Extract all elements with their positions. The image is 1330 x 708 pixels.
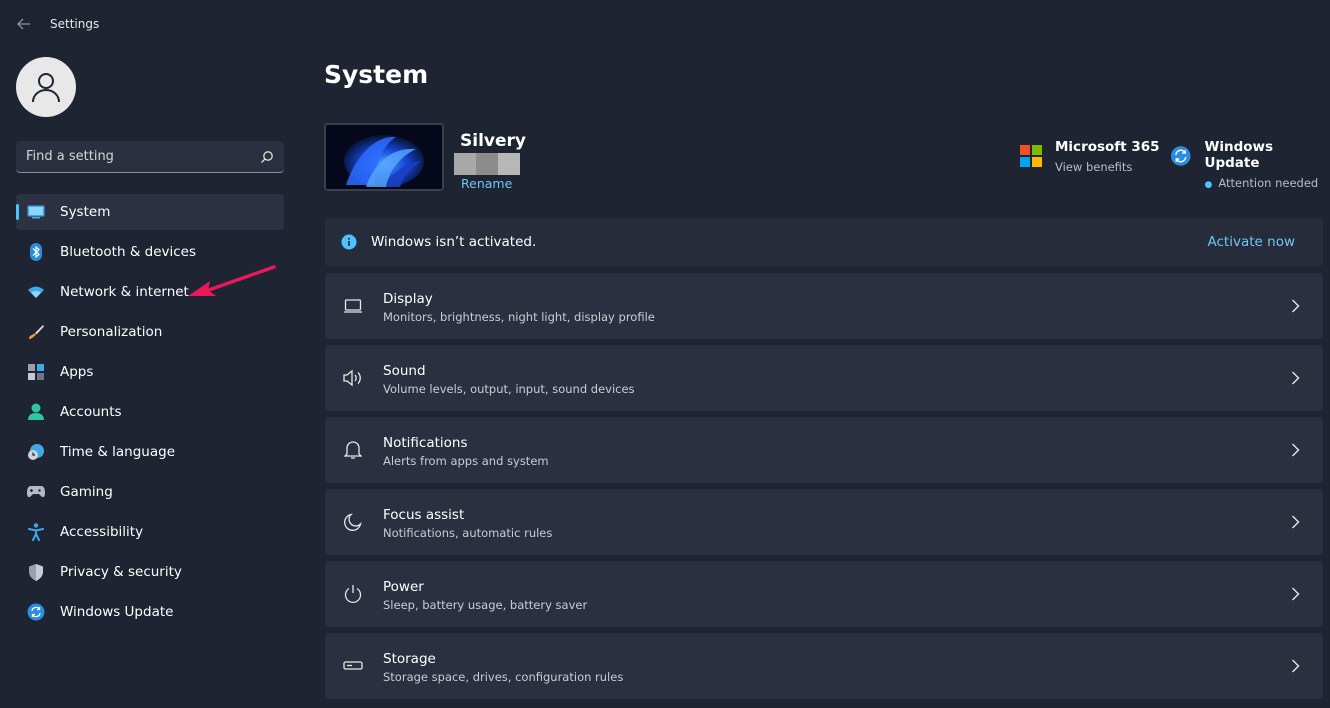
back-arrow-icon	[17, 18, 30, 30]
person-icon	[32, 73, 60, 103]
card-subtitle: Volume levels, output, input, sound devi…	[383, 382, 635, 396]
card-title: Power	[383, 579, 424, 595]
sidebar-item-accessibility[interactable]: Accessibility	[16, 514, 284, 550]
chevron-right-icon	[1292, 515, 1300, 529]
microsoft-logo-icon	[1020, 145, 1042, 167]
chevron-right-icon	[1292, 443, 1300, 457]
brush-icon	[26, 322, 46, 342]
sidebar-item-label: Privacy & security	[60, 564, 182, 580]
rename-link[interactable]: Rename	[461, 176, 512, 191]
device-wallpaper-thumbnail	[324, 123, 444, 191]
microsoft-365-link[interactable]: Microsoft 365 View benefits	[1019, 139, 1160, 174]
power-card[interactable]: Power Sleep, battery usage, battery save…	[325, 561, 1323, 627]
device-name: Silvery	[460, 131, 526, 151]
card-subtitle: Storage space, drives, configuration rul…	[383, 670, 624, 684]
quick-link-subtitle: ● Attention needed	[1204, 176, 1319, 190]
sidebar-item-label: Accounts	[60, 404, 122, 420]
chevron-right-icon	[1292, 587, 1300, 601]
sidebar-item-accounts[interactable]: Accounts	[16, 394, 284, 430]
display-icon	[341, 294, 365, 318]
sidebar-nav: System Bluetooth & devices Network & int…	[16, 194, 284, 634]
moon-icon	[341, 510, 365, 534]
banner-text: Windows isn’t activated.	[371, 234, 537, 250]
update-icon	[1170, 146, 1191, 166]
info-icon	[341, 234, 357, 250]
card-title: Sound	[383, 363, 426, 379]
sidebar-item-label: Personalization	[60, 324, 163, 340]
sound-card[interactable]: Sound Volume levels, output, input, soun…	[325, 345, 1323, 411]
card-subtitle: Sleep, battery usage, battery saver	[383, 598, 588, 612]
bell-icon	[341, 438, 365, 462]
back-button[interactable]	[14, 14, 34, 34]
quick-link-title: Windows Update	[1204, 139, 1274, 171]
sidebar-item-gaming[interactable]: Gaming	[16, 474, 284, 510]
annotation-arrow-icon	[188, 265, 276, 296]
globe-clock-icon	[26, 442, 46, 462]
gamepad-icon	[26, 482, 46, 502]
sidebar-item-label: Accessibility	[60, 524, 144, 540]
activation-banner: Windows isn’t activated. Activate now	[325, 218, 1323, 266]
card-subtitle: Monitors, brightness, night light, displ…	[383, 310, 655, 324]
sidebar-item-time-language[interactable]: Time & language	[16, 434, 284, 470]
power-icon	[341, 582, 365, 606]
card-title: Notifications	[383, 435, 468, 451]
card-title: Focus assist	[383, 507, 465, 523]
sidebar-item-label: System	[60, 204, 111, 220]
search-icon	[261, 150, 273, 163]
sidebar-item-privacy-security[interactable]: Privacy & security	[16, 554, 284, 590]
device-model-redacted	[454, 153, 520, 175]
card-title: Display	[383, 291, 433, 307]
sidebar-item-label: Apps	[60, 364, 94, 380]
storage-icon	[341, 654, 365, 678]
sidebar-item-label: Time & language	[60, 444, 176, 460]
sidebar-item-system[interactable]: System	[16, 194, 284, 230]
sidebar-item-label: Gaming	[60, 484, 113, 500]
wifi-icon	[26, 282, 46, 302]
sidebar-item-label: Bluetooth & devices	[60, 244, 197, 260]
monitor-icon	[26, 202, 46, 222]
card-title: Storage	[383, 651, 436, 667]
accessibility-icon	[26, 522, 46, 542]
chevron-right-icon	[1292, 371, 1300, 385]
status-dot-icon: ●	[1204, 180, 1213, 190]
update-icon	[26, 602, 46, 622]
sidebar-item-personalization[interactable]: Personalization	[16, 314, 284, 350]
sidebar-item-apps[interactable]: Apps	[16, 354, 284, 390]
quick-link-title: Microsoft 365	[1055, 139, 1160, 155]
sidebar-item-label: Network & internet	[60, 284, 189, 300]
bluetooth-icon	[26, 242, 46, 262]
sidebar-item-windows-update[interactable]: Windows Update	[16, 594, 284, 630]
title-bar: Settings	[0, 0, 1330, 48]
focus-assist-card[interactable]: Focus assist Notifications, automatic ru…	[325, 489, 1323, 555]
sidebar-item-label: Windows Update	[60, 604, 174, 620]
notifications-card[interactable]: Notifications Alerts from apps and syste…	[325, 417, 1323, 483]
card-subtitle: Alerts from apps and system	[383, 454, 549, 468]
windows-update-link[interactable]: Windows Update ● Attention needed	[1169, 139, 1330, 190]
search-box[interactable]	[16, 141, 284, 173]
speaker-icon	[341, 366, 365, 390]
page-title: System	[324, 60, 429, 89]
user-avatar[interactable]	[16, 57, 76, 117]
shield-icon	[26, 562, 46, 582]
person-icon	[26, 402, 46, 422]
quick-link-subtitle: View benefits	[1055, 160, 1133, 174]
card-subtitle: Notifications, automatic rules	[383, 526, 553, 540]
search-input[interactable]	[26, 141, 260, 172]
storage-card[interactable]: Storage Storage space, drives, configura…	[325, 633, 1323, 699]
activate-now-link[interactable]: Activate now	[1208, 234, 1295, 250]
chevron-right-icon	[1292, 299, 1300, 313]
apps-icon	[26, 362, 46, 382]
display-card[interactable]: Display Monitors, brightness, night ligh…	[325, 273, 1323, 339]
window-title: Settings	[50, 17, 100, 31]
chevron-right-icon	[1292, 659, 1300, 673]
